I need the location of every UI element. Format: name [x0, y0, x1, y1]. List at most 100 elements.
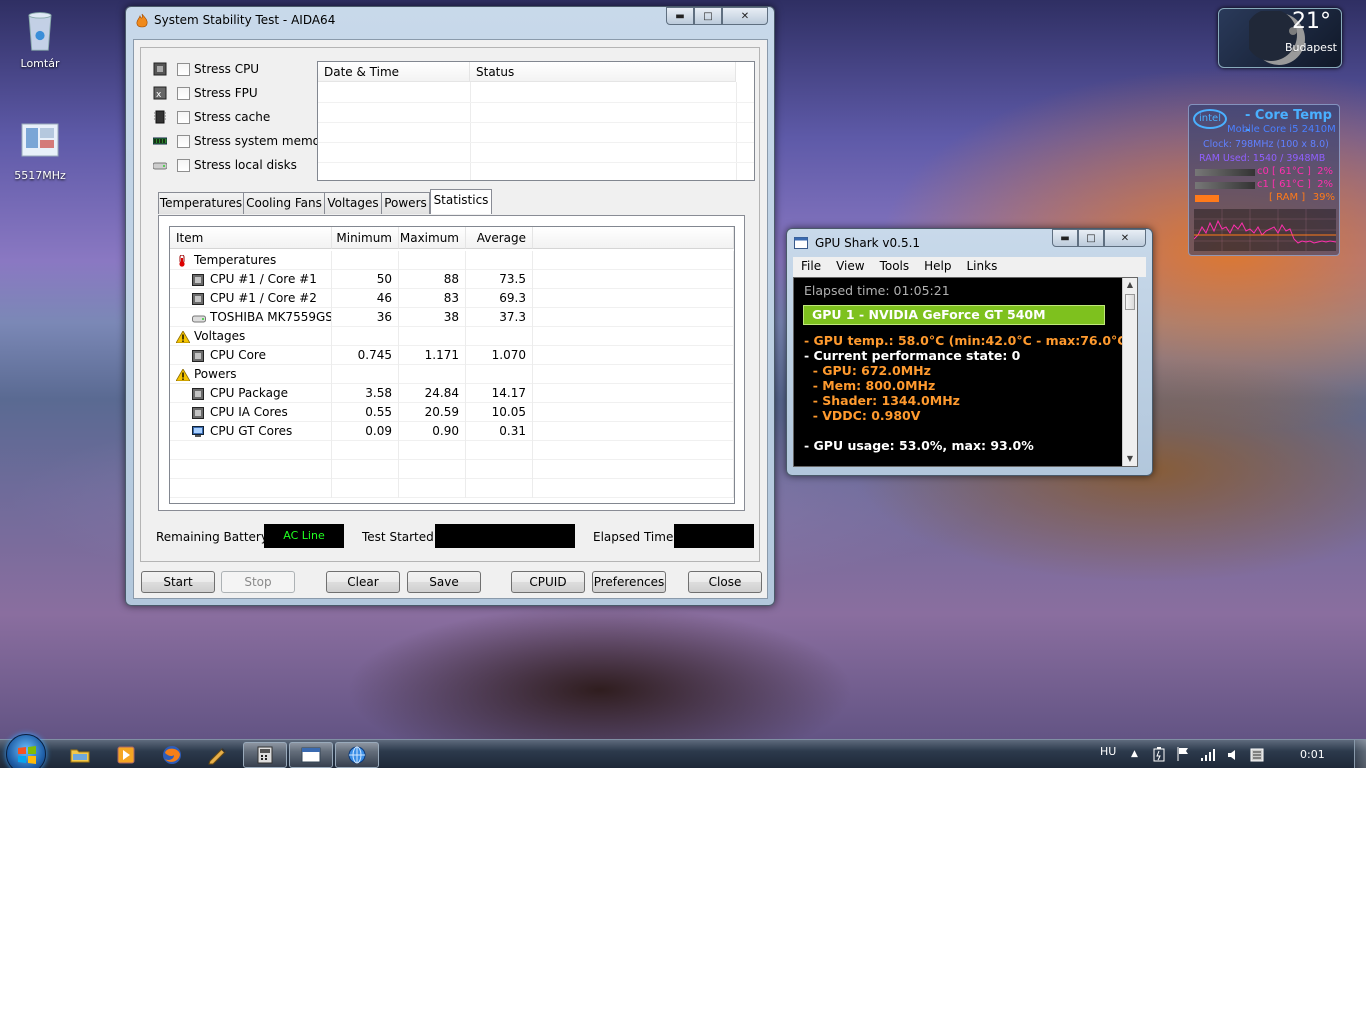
scroll-thumb[interactable]	[1125, 294, 1135, 310]
battery-power-icon[interactable]	[1152, 746, 1166, 762]
taskbar-media-player[interactable]	[104, 742, 148, 768]
clear-button[interactable]: Clear	[326, 571, 400, 593]
table-row[interactable]: CPU #1 / Core #1 50 88 73.5	[170, 270, 734, 289]
close-button[interactable]: Close	[688, 571, 762, 593]
stress-log-list[interactable]: Date & Time Status	[317, 61, 755, 181]
maximize-button[interactable]: □	[694, 7, 722, 25]
table-row[interactable]: Voltages	[170, 327, 734, 346]
aida64-titlebar[interactable]: System Stability Test - AIDA64 ▬ □ ✕	[126, 7, 774, 33]
cpuid-button[interactable]: CPUID	[511, 571, 585, 593]
volume-icon[interactable]	[1226, 748, 1240, 762]
stats-column-average[interactable]: Average	[466, 227, 533, 249]
stats-column-item[interactable]: Item	[170, 227, 332, 249]
language-indicator[interactable]: HU	[1100, 745, 1116, 758]
core-temp-gadget[interactable]: intel - Core Temp - Mobile Core i5 2410M…	[1188, 104, 1340, 256]
log-column-status[interactable]: Status	[470, 62, 736, 82]
gpu-name-text: GPU 1 - NVIDIA GeForce GT 540M	[812, 307, 1046, 322]
cell-max: 24.84	[399, 384, 466, 403]
cell-min: 46	[332, 289, 399, 308]
test-started-value	[435, 524, 575, 548]
menu-help[interactable]: Help	[916, 257, 958, 273]
table-row[interactable]	[170, 460, 734, 479]
stress-cache-checkbox[interactable]	[177, 110, 190, 124]
globe-icon	[348, 746, 366, 764]
shark-close-button[interactable]: ✕	[1104, 229, 1146, 247]
action-center-flag-icon[interactable]	[1176, 746, 1190, 762]
stress-cpu-option[interactable]: Stress CPU	[153, 62, 259, 76]
output-scrollbar[interactable]: ▲ ▼	[1122, 278, 1137, 466]
gpu-shark-window[interactable]: GPU Shark v0.5.1 ▬ □ ✕ File View Tools Help…	[786, 228, 1153, 476]
menu-tools[interactable]: Tools	[872, 257, 917, 273]
table-row[interactable]: CPU IA Cores 0.55 20.59 10.05	[170, 403, 734, 422]
taskbar-clock[interactable]: 0:01	[1300, 748, 1325, 761]
tab-powers[interactable]: Powers	[381, 192, 430, 214]
taskbar-firefox[interactable]	[150, 742, 194, 768]
table-row[interactable]	[170, 441, 734, 460]
cell-empty	[533, 270, 734, 289]
start-button[interactable]: Start	[141, 571, 215, 593]
fpu-chip-icon: x	[153, 86, 167, 100]
ram-percent: 39%	[1312, 192, 1335, 203]
table-row[interactable]: CPU #1 / Core #2 46 83 69.3	[170, 289, 734, 308]
gpu-info-line: - Mem: 800.0MHz	[804, 378, 936, 393]
taskbar-gpu-shark[interactable]	[289, 742, 333, 768]
cell-avg	[466, 460, 533, 479]
stats-column-spacer	[533, 227, 734, 249]
scroll-up-arrow[interactable]: ▲	[1123, 278, 1137, 292]
cell-min: 3.58	[332, 384, 399, 403]
stress-fpu-checkbox[interactable]	[177, 86, 190, 100]
tab-voltages[interactable]: Voltages	[324, 192, 382, 214]
gpu-shark-titlebar[interactable]: GPU Shark v0.5.1 ▬ □ ✕	[787, 229, 1152, 255]
log-column-date[interactable]: Date & Time	[318, 62, 470, 82]
menu-links[interactable]: Links	[959, 257, 1005, 273]
stress-memory-option[interactable]: Stress system memory	[153, 134, 332, 148]
table-row[interactable]: Temperatures	[170, 251, 734, 270]
taskbar-app-globe[interactable]	[335, 742, 379, 768]
statistics-grid[interactable]: Item Minimum Maximum Average Temperature…	[169, 226, 735, 504]
test-started-label: Test Started:	[362, 530, 438, 544]
minimize-button[interactable]: ▬	[666, 7, 694, 25]
stats-column-minimum[interactable]: Minimum	[332, 227, 399, 249]
tab-temperatures[interactable]: Temperatures	[158, 192, 244, 214]
taskbar-explorer[interactable]	[58, 742, 102, 768]
aida64-stability-window[interactable]: System Stability Test - AIDA64 ▬ □ ✕ Str…	[125, 6, 775, 606]
save-button[interactable]: Save	[407, 571, 481, 593]
recycle-bin-shortcut[interactable]: Lomtár	[4, 8, 76, 70]
preferences-button[interactable]: Preferences	[592, 571, 666, 593]
table-row[interactable]: CPU Package 3.58 24.84 14.17	[170, 384, 734, 403]
menu-file[interactable]: File	[793, 257, 828, 273]
stress-cpu-checkbox[interactable]	[177, 62, 190, 76]
stress-disks-option[interactable]: Stress local disks	[153, 158, 297, 172]
maximize-icon: □	[703, 10, 713, 22]
stress-memory-checkbox[interactable]	[177, 134, 190, 148]
stress-disks-checkbox[interactable]	[177, 158, 190, 172]
network-signal-icon[interactable]	[1200, 748, 1216, 762]
close-window-button[interactable]: ✕	[722, 7, 768, 25]
table-row[interactable]: CPU GT Cores 0.09 0.90 0.31	[170, 422, 734, 441]
cell-min	[332, 365, 399, 384]
weather-gadget[interactable]: 21° Budapest	[1218, 8, 1342, 68]
scroll-down-arrow[interactable]: ▼	[1123, 452, 1137, 466]
taskbar-app-pencil[interactable]	[196, 742, 240, 768]
shark-maximize-button[interactable]: □	[1078, 229, 1104, 247]
show-desktop-button[interactable]	[1354, 740, 1366, 768]
stress-fpu-option[interactable]: x Stress FPU	[153, 86, 258, 100]
stress-cache-option[interactable]: Stress cache	[154, 110, 270, 124]
show-hidden-icons-button[interactable]: ▲	[1131, 749, 1138, 759]
table-row[interactable]	[170, 479, 734, 498]
table-row[interactable]: CPU Core 0.745 1.171 1.070	[170, 346, 734, 365]
tab-statistics[interactable]: Statistics	[430, 189, 492, 214]
stop-button[interactable]: Stop	[221, 571, 295, 593]
desktop-shortcut-5517mhz[interactable]: 5517MHz	[4, 120, 76, 182]
menu-view[interactable]: View	[828, 257, 871, 273]
table-row[interactable]: TOSHIBA MK7559GS... 36 38 37.3	[170, 308, 734, 327]
table-row[interactable]: Powers	[170, 365, 734, 384]
stats-column-maximum[interactable]: Maximum	[399, 227, 466, 249]
taskbar-aida64[interactable]	[243, 742, 287, 768]
notes-tray-icon[interactable]	[1250, 748, 1264, 762]
shark-minimize-button[interactable]: ▬	[1052, 229, 1078, 247]
cell-min	[332, 251, 399, 270]
gpu-info-line: - Current performance state: 0	[804, 348, 1021, 363]
start-orb[interactable]	[6, 734, 46, 768]
tab-cooling-fans[interactable]: Cooling Fans	[243, 192, 325, 214]
